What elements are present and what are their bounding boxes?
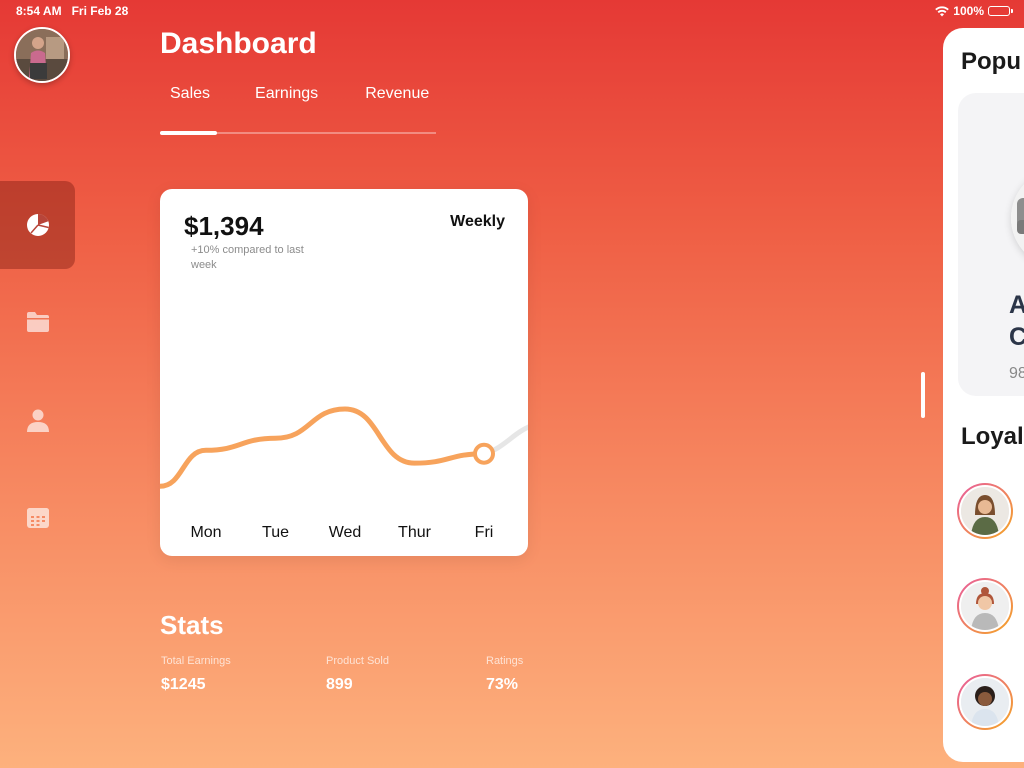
sidebar-item-dashboard[interactable] — [0, 181, 75, 269]
highlighted-data-point[interactable] — [473, 442, 495, 465]
tab-revenue[interactable]: Revenue — [356, 85, 429, 103]
split-view-handle[interactable] — [921, 372, 925, 418]
stat-label: Ratings — [486, 655, 524, 667]
tab-earnings[interactable]: Earnings — [246, 85, 318, 103]
loyal-customers-title: Loyal — [961, 423, 1024, 450]
profile-avatar[interactable] — [14, 27, 70, 83]
tab-bar: Sales Earnings Revenue — [160, 85, 467, 103]
status-bar: 8:54 AM Fri Feb 28 100% — [0, 0, 1024, 22]
sales-comparison: +10% compared to last week — [191, 244, 304, 271]
stat-product-sold: Product Sold 899 — [326, 655, 389, 694]
active-tab-indicator — [160, 131, 217, 135]
popular-title: Popu — [961, 48, 1021, 75]
stat-value: $1245 — [161, 676, 206, 693]
sales-card: $1,394 +10% compared to last week Weekly… — [160, 189, 528, 556]
wifi-icon — [935, 5, 950, 16]
stat-value: 73% — [486, 676, 519, 693]
x-axis-label: Fri — [474, 524, 494, 541]
product-price: 986 — [1009, 365, 1024, 382]
battery-icon — [988, 6, 1013, 16]
sidebar-item-calendar[interactable] — [0, 473, 75, 561]
sidebar-item-folder[interactable] — [0, 278, 75, 366]
battery-percent: 100% — [953, 4, 984, 18]
loyal-customer-avatar[interactable] — [957, 483, 1013, 539]
status-time: 8:54 AM Fri Feb 28 — [16, 4, 129, 18]
product-name: An Co — [1009, 291, 1024, 351]
loyal-customer-avatar[interactable] — [957, 578, 1013, 634]
calendar-icon — [26, 508, 49, 528]
stat-value: 899 — [326, 676, 353, 693]
x-axis-label: Tue — [262, 524, 289, 541]
sidebar-item-profile[interactable] — [0, 376, 75, 464]
sales-amount: $1,394 — [184, 211, 264, 241]
status-right: 100% — [935, 4, 1013, 18]
stat-total-earnings: Total Earnings $1245 — [161, 655, 231, 694]
x-axis-label: Thur — [398, 524, 431, 541]
x-axis-label: Mon — [190, 524, 222, 541]
x-axis-label: Wed — [328, 524, 362, 541]
page-title: Dashboard — [160, 27, 317, 60]
folder-icon — [26, 312, 49, 332]
loyal-customer-avatar[interactable] — [957, 674, 1013, 730]
sales-series-line — [160, 406, 487, 489]
pie-chart-icon — [26, 214, 49, 236]
stat-label: Total Earnings — [161, 655, 231, 667]
stat-label: Product Sold — [326, 655, 389, 667]
popular-product-card[interactable]: An Co 986 — [958, 93, 1024, 396]
product-image — [1011, 168, 1024, 268]
stats-title: Stats — [160, 610, 224, 640]
period-selector[interactable]: Weekly — [450, 213, 505, 231]
right-panel: Popu An Co 986 Loyal — [943, 28, 1024, 762]
stat-ratings: Ratings 73% — [486, 655, 523, 694]
tab-sales[interactable]: Sales — [160, 85, 210, 103]
person-icon — [26, 409, 49, 432]
